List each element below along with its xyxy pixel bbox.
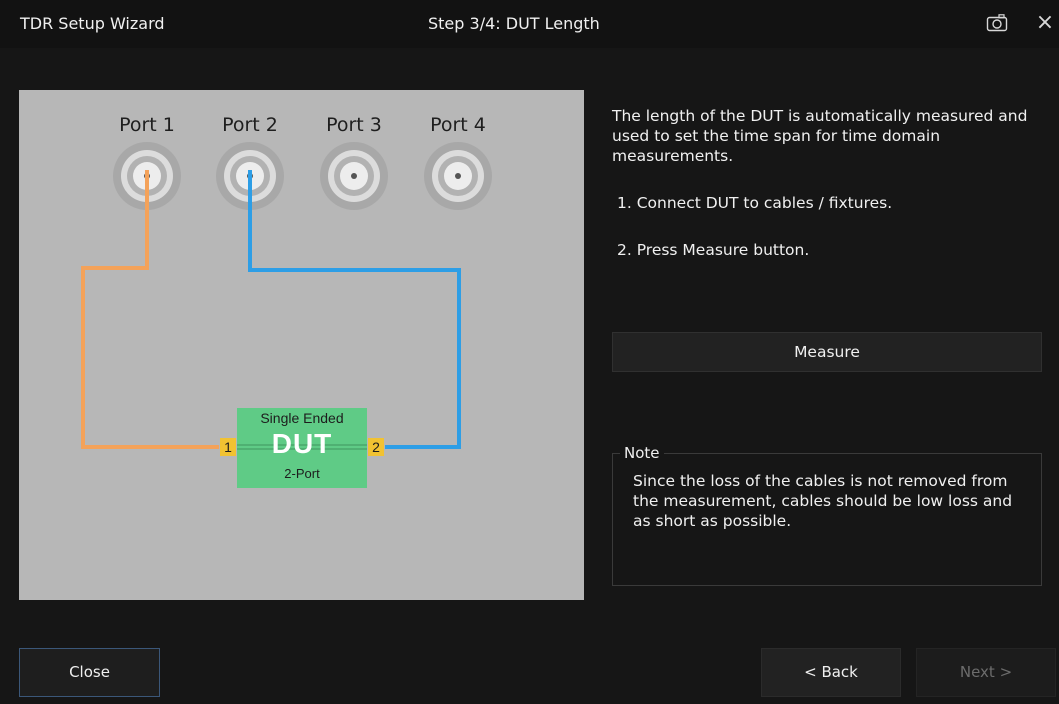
description-text: The length of the DUT is automatically m…: [612, 107, 1028, 165]
dut-label: DUT: [271, 428, 333, 459]
instruction-step-2: 2. Press Measure button.: [617, 241, 810, 259]
port-3-label: Port 3: [326, 114, 382, 136]
close-button[interactable]: Close: [19, 648, 160, 697]
port-1-label: Port 1: [119, 114, 175, 136]
diagram-graphics: [81, 142, 492, 449]
dut-ports-label: 2-Port: [284, 466, 320, 481]
measure-button[interactable]: Measure: [612, 332, 1042, 372]
instruction-step-1: 1. Connect DUT to cables / fixtures.: [617, 194, 893, 212]
cable-port-1: [81, 170, 219, 449]
cable-port-2: [248, 170, 461, 449]
connection-diagram: Port 1 Port 2 Port 3 Port 4 Single Ended…: [19, 90, 584, 600]
tdr-setup-wizard-window: TDR Setup Wizard Step 3/4: DUT Length ×: [0, 0, 1059, 704]
next-button[interactable]: Next >: [916, 648, 1056, 697]
step-title: Step 3/4: DUT Length: [428, 14, 600, 33]
port-4-connector: [424, 142, 492, 210]
note-text: Since the loss of the cables is not remo…: [633, 472, 1013, 530]
dut-pin-1: 1: [220, 438, 236, 456]
dut-type-label: Single Ended: [260, 410, 344, 426]
window-title: TDR Setup Wizard: [20, 14, 165, 33]
title-bar: TDR Setup Wizard Step 3/4: DUT Length ×: [0, 0, 1059, 48]
close-icon[interactable]: ×: [1032, 8, 1058, 38]
camera-icon[interactable]: [982, 9, 1012, 37]
note-legend: Note: [620, 444, 664, 462]
dut-pin-2: 2: [368, 438, 384, 456]
dut-block: Single Ended DUT 2-Port: [237, 408, 367, 488]
port-4-label: Port 4: [430, 114, 486, 136]
port-2-label: Port 2: [222, 114, 278, 136]
note-group: Note Since the loss of the cables is not…: [612, 444, 1042, 586]
back-button[interactable]: < Back: [761, 648, 901, 697]
port-3-connector: [320, 142, 388, 210]
